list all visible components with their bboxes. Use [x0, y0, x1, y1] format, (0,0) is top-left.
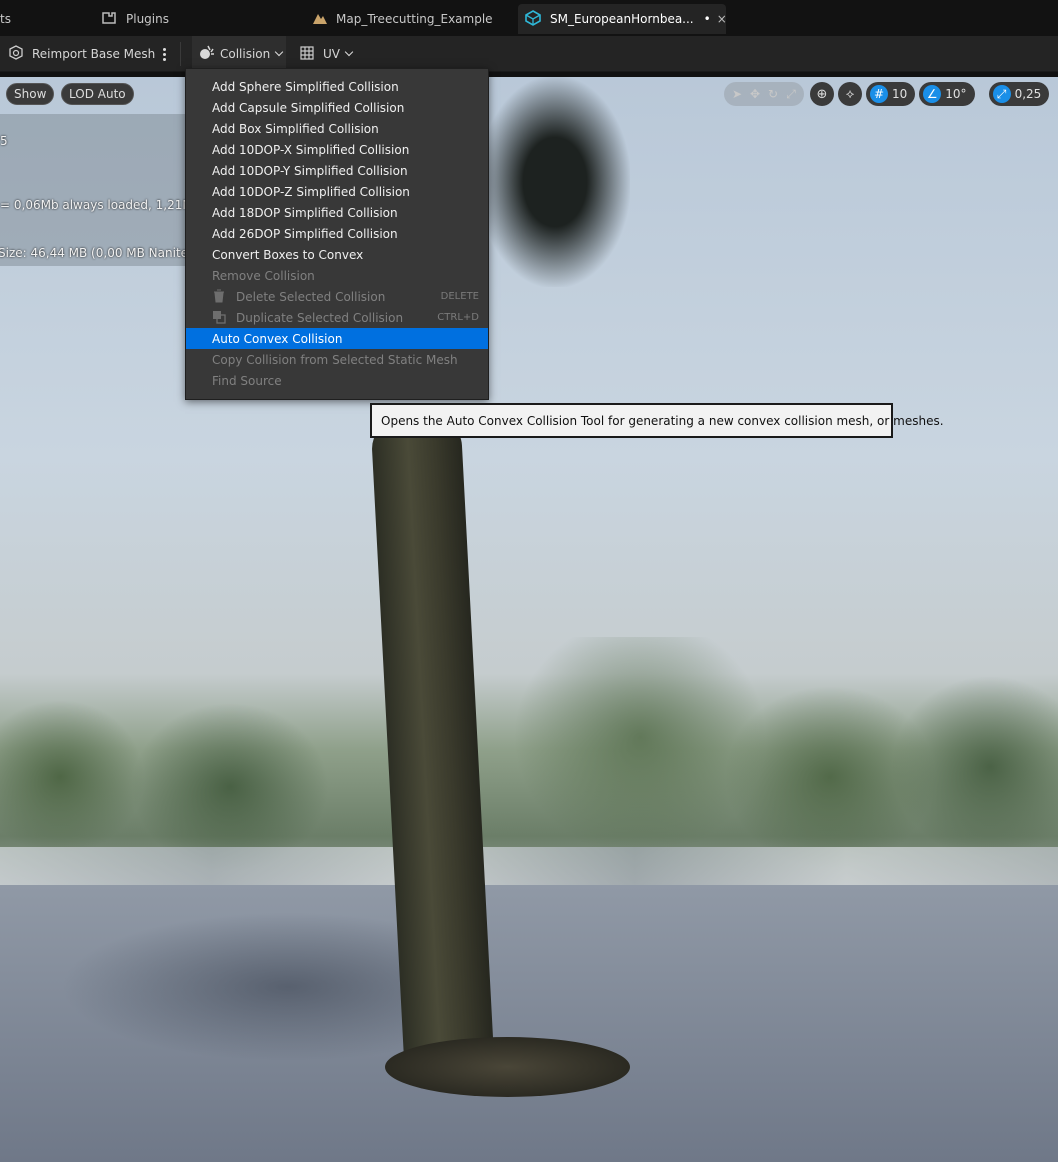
collision-dropdown[interactable]: Collision: [192, 36, 287, 72]
menu-item-label: Add 10DOP-Y Simplified Collision: [212, 163, 408, 178]
tab-sm-europeanhornbeam[interactable]: SM_EuropeanHornbea... • ×: [518, 4, 727, 34]
chevron-down-icon: [275, 47, 284, 57]
menu-item-label: Delete Selected Collision: [236, 289, 386, 304]
uv-dropdown[interactable]: UV: [299, 36, 354, 72]
grid-snap-icon[interactable]: #: [870, 85, 888, 103]
tab-label: Map_Treecutting_Example: [336, 12, 493, 26]
lod-auto-button[interactable]: LOD Auto: [61, 83, 134, 105]
menu-item-duplicate-selected[interactable]: Duplicate Selected Collision CTRL+D: [186, 307, 488, 328]
static-mesh-icon: [524, 9, 542, 29]
menu-item-label: Add 10DOP-Z Simplified Collision: [212, 184, 410, 199]
menu-item-find-source[interactable]: Find Source: [186, 370, 488, 391]
menu-item-label: Add Sphere Simplified Collision: [212, 79, 399, 94]
rotate-icon[interactable]: ↻: [764, 85, 782, 103]
tab-label: ts: [0, 12, 11, 26]
menu-item-add-box[interactable]: Add Box Simplified Collision: [186, 118, 488, 139]
kebab-icon: [163, 47, 166, 61]
menu-item-label: Add Box Simplified Collision: [212, 121, 379, 136]
stat-line: Size: 46,44 MB (0,00 MB Nanite): [0, 246, 193, 260]
menu-item-label: Add 10DOP-X Simplified Collision: [212, 142, 410, 157]
rotation-snap[interactable]: ∠ 10°: [919, 82, 975, 106]
reimport-label: Reimport Base Mesh: [32, 47, 156, 61]
reimport-base-mesh-button[interactable]: Reimport Base Mesh: [6, 36, 155, 72]
chevron-down-icon: [344, 47, 354, 57]
menu-item-label: Convert Boxes to Convex: [212, 247, 364, 262]
close-icon[interactable]: ×: [717, 12, 727, 26]
background-trees: [0, 637, 1058, 877]
tab-plugins[interactable]: Plugins: [100, 4, 169, 34]
menu-item-label: Copy Collision from Selected Static Mesh: [212, 352, 458, 367]
scale-snap-icon[interactable]: ⤢: [992, 85, 1011, 103]
trash-icon: [212, 289, 226, 303]
reimport-icon: [6, 44, 26, 64]
viewport-toolbar: ➤ ✥ ↻ ⤢ ⊕ ⟡ # 10 ∠ 10° ⤢ 0,25: [724, 82, 1050, 106]
select-icon[interactable]: ➤: [728, 85, 746, 103]
menu-item-label: Add 26DOP Simplified Collision: [212, 226, 398, 241]
uv-label: UV: [323, 47, 340, 61]
menu-item-label: Add Capsule Simplified Collision: [212, 100, 405, 115]
shortcut-label: DELETE: [440, 291, 479, 302]
menu-item-add-18dop[interactable]: Add 18DOP Simplified Collision: [186, 202, 488, 223]
move-icon[interactable]: ✥: [746, 85, 764, 103]
grid-snap[interactable]: # 10: [866, 82, 916, 106]
menu-item-remove-collision[interactable]: Remove Collision: [186, 265, 488, 286]
mesh-viewport[interactable]: Show LOD Auto 5 = 0,06Mb always loaded, …: [0, 77, 1058, 1162]
tree-canopy: [480, 77, 630, 287]
menu-item-copy-collision[interactable]: Copy Collision from Selected Static Mesh: [186, 349, 488, 370]
more-options-button[interactable]: [163, 36, 166, 72]
tab-map-treecutting[interactable]: Map_Treecutting_Example: [312, 4, 493, 34]
menu-item-label: Remove Collision: [212, 268, 315, 283]
menu-item-add-sphere[interactable]: Add Sphere Simplified Collision: [186, 76, 488, 97]
modified-indicator: •: [703, 12, 711, 26]
tooltip-text: Opens the Auto Convex Collision Tool for…: [381, 413, 944, 428]
stat-line: 5: [0, 134, 8, 148]
menu-item-add-10dop-y[interactable]: Add 10DOP-Y Simplified Collision: [186, 160, 488, 181]
menu-item-label: Add 18DOP Simplified Collision: [212, 205, 398, 220]
scale-snap[interactable]: ⤢ 0,25: [988, 82, 1050, 106]
plugin-icon: [100, 10, 118, 29]
stats-overlay: 5 = 0,06Mb always loaded, 1,21Mb Size: 4…: [0, 114, 200, 266]
menu-item-label: Duplicate Selected Collision: [236, 310, 404, 325]
show-button[interactable]: Show: [6, 83, 55, 105]
uv-grid-icon: [299, 45, 315, 64]
coordinate-system-icon[interactable]: ⊕: [810, 82, 834, 106]
collision-menu: Add Sphere Simplified Collision Add Caps…: [185, 68, 489, 400]
shortcut-label: CTRL+D: [437, 312, 479, 323]
stat-line: = 0,06Mb always loaded, 1,21Mb: [0, 198, 201, 212]
surface-snap-icon[interactable]: ⟡: [838, 82, 862, 106]
menu-item-convert-boxes[interactable]: Convert Boxes to Convex: [186, 244, 488, 265]
menu-item-add-capsule[interactable]: Add Capsule Simplified Collision: [186, 97, 488, 118]
duplicate-icon: [212, 310, 226, 324]
level-icon: [312, 11, 328, 28]
collision-icon: [196, 44, 216, 65]
menu-item-auto-convex[interactable]: Auto Convex Collision: [186, 328, 488, 349]
scale-icon[interactable]: ⤢: [782, 85, 800, 103]
show-label: Show: [14, 87, 47, 101]
menu-item-label: Auto Convex Collision: [212, 331, 343, 346]
menu-item-add-10dop-z[interactable]: Add 10DOP-Z Simplified Collision: [186, 181, 488, 202]
grid-snap-value[interactable]: 10: [888, 87, 911, 101]
tab-bar: ts Plugins Map_Treecutting_Example SM_Eu…: [0, 0, 1058, 36]
menu-item-add-10dop-x[interactable]: Add 10DOP-X Simplified Collision: [186, 139, 488, 160]
angle-snap-icon[interactable]: ∠: [923, 85, 942, 103]
toolbar-divider: [180, 42, 181, 66]
tree-shadow: [60, 912, 440, 1062]
rotation-snap-value[interactable]: 10°: [941, 87, 970, 101]
auto-convex-tooltip: Opens the Auto Convex Collision Tool for…: [370, 403, 944, 438]
transform-tools: ➤ ✥ ↻ ⤢: [724, 82, 804, 106]
menu-item-delete-selected[interactable]: Delete Selected Collision DELETE: [186, 286, 488, 307]
lod-label: LOD Auto: [69, 87, 126, 101]
tab-label: Plugins: [126, 12, 169, 26]
menu-item-add-26dop[interactable]: Add 26DOP Simplified Collision: [186, 223, 488, 244]
scale-snap-value[interactable]: 0,25: [1011, 87, 1046, 101]
tree-base: [385, 1037, 630, 1097]
menu-item-label: Find Source: [212, 373, 282, 388]
tab-label: SM_EuropeanHornbea...: [550, 12, 694, 26]
tab-ts[interactable]: ts: [0, 4, 11, 34]
collision-label: Collision: [220, 47, 271, 61]
asset-toolbar: Reimport Base Mesh Collision UV: [0, 36, 1058, 72]
